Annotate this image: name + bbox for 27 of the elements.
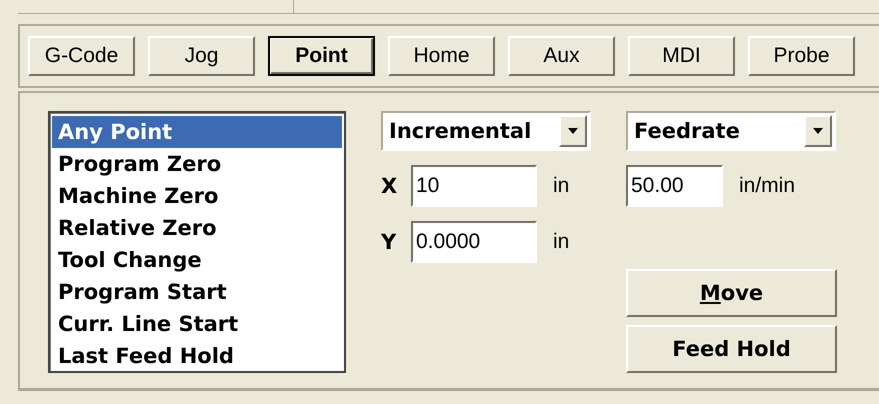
input-field[interactable]: 10 (411, 165, 537, 207)
axis-label: X (381, 174, 398, 198)
list-item[interactable]: Last Feed Hold (52, 340, 342, 372)
input-field[interactable]: 50.00 (626, 165, 723, 207)
tab[interactable]: Aux (508, 36, 615, 76)
list-item[interactable]: Tool Change (52, 244, 342, 276)
list-item[interactable]: Relative Zero (52, 212, 342, 244)
tab[interactable]: MDI (628, 36, 735, 76)
tab[interactable]: Home (388, 36, 495, 76)
tab[interactable]: Point (268, 36, 375, 76)
mode-dropdown[interactable]: Incremental (381, 111, 591, 151)
list-item[interactable]: Program Zero (52, 148, 342, 180)
tab[interactable]: Jog (148, 36, 255, 76)
axis-label: Y (381, 230, 398, 254)
move-button[interactable]: Move (626, 269, 837, 317)
list-item[interactable]: Machine Zero (52, 180, 342, 212)
unit-label: in (553, 174, 570, 198)
list-item[interactable]: Any Point (52, 116, 342, 148)
input-field[interactable]: 0.0000 (411, 221, 537, 263)
unit-label: in/min (739, 174, 796, 198)
list-item[interactable]: Program Start (52, 276, 342, 308)
tab[interactable]: G-Code (28, 36, 135, 76)
feed-hold-button[interactable]: Feed Hold (626, 325, 837, 373)
list-item[interactable]: Curr. Line Start (52, 308, 342, 340)
rate-dropdown[interactable]: Feedrate (626, 111, 836, 151)
unit-label: in (553, 230, 570, 254)
tab[interactable]: Probe (748, 36, 855, 76)
